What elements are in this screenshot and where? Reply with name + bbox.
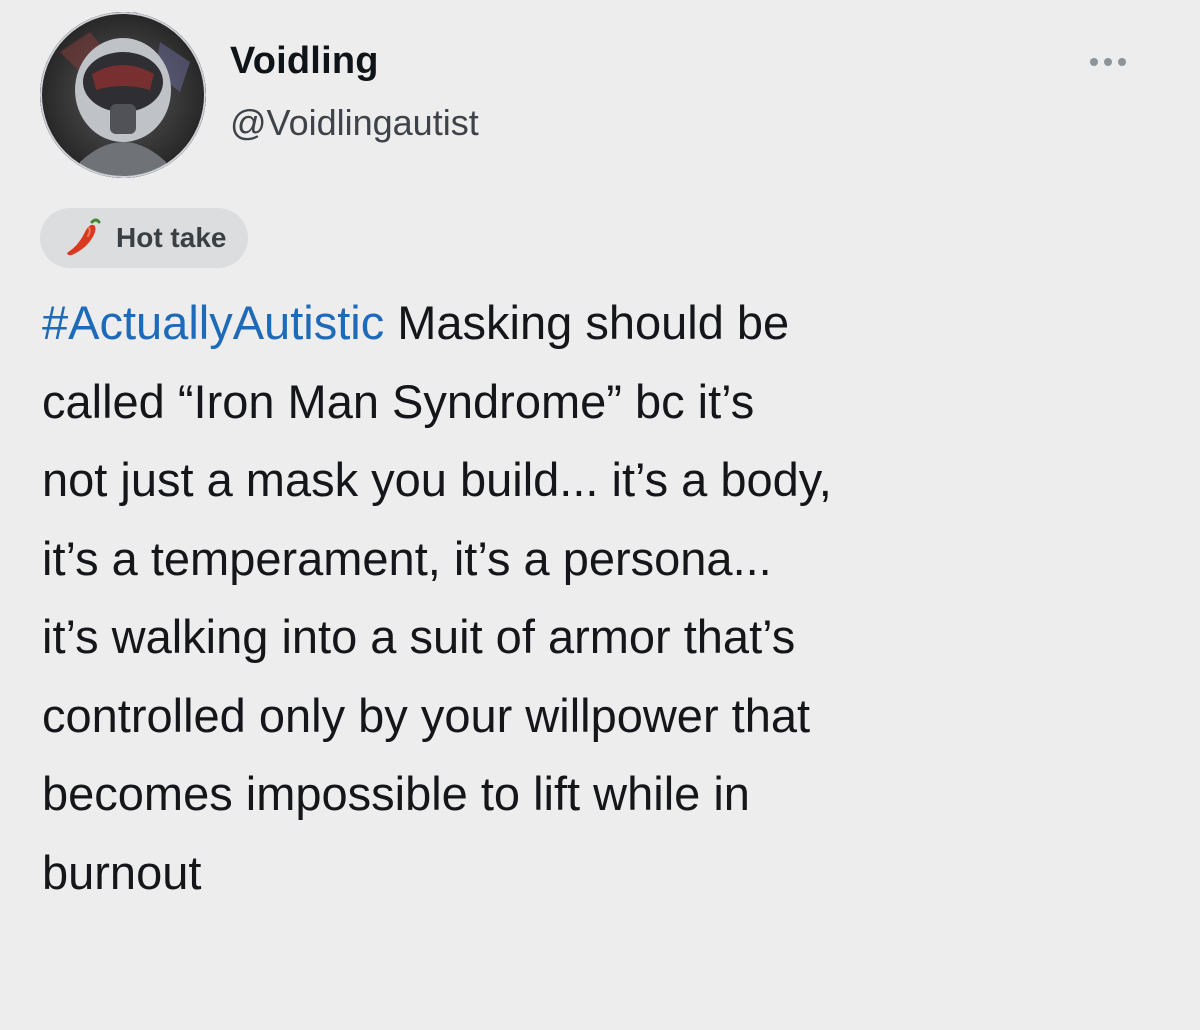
tweet-line-7: becomes impossible to lift while in (42, 767, 750, 820)
tweet-line-4: it’s a temperament, it’s a persona... (42, 531, 772, 585)
helmeted-pilot-avatar-icon (40, 12, 206, 178)
tweet-line-text: Masking should be (384, 296, 790, 349)
more-dot (1090, 58, 1098, 66)
tweet-line-5: it’s walking into a suit of armor that’s (42, 610, 796, 663)
badge-label: Hot take (116, 222, 227, 253)
author-display-name[interactable]: Voidling (230, 40, 379, 83)
hot-take-badge[interactable]: Hot take (40, 208, 249, 268)
author-handle[interactable]: @Voidlingautist (230, 102, 479, 144)
tweet-text: #ActuallyAutistic Masking should be call… (42, 284, 1172, 912)
avatar[interactable] (40, 12, 206, 178)
tweet-line-3: not just a mask you build... it’s a body… (42, 453, 832, 506)
tweet-card: Voidling @Voidlingautist Hot take #Actua… (0, 0, 1200, 1030)
tweet-line-6: controlled only by your willpower that (42, 688, 811, 742)
tweet-line-2: called “Iron Man Syndrome” bc it’s (42, 374, 755, 428)
hashtag-link[interactable]: #ActuallyAutistic (42, 296, 384, 349)
chili-pepper-icon (67, 218, 101, 256)
more-dot (1118, 58, 1126, 66)
tweet-line-1: #ActuallyAutistic Masking should be (42, 284, 1172, 363)
tweet-line-8: burnout (42, 845, 202, 899)
more-dot (1104, 58, 1112, 66)
more-horizontal-icon[interactable] (1090, 52, 1150, 72)
